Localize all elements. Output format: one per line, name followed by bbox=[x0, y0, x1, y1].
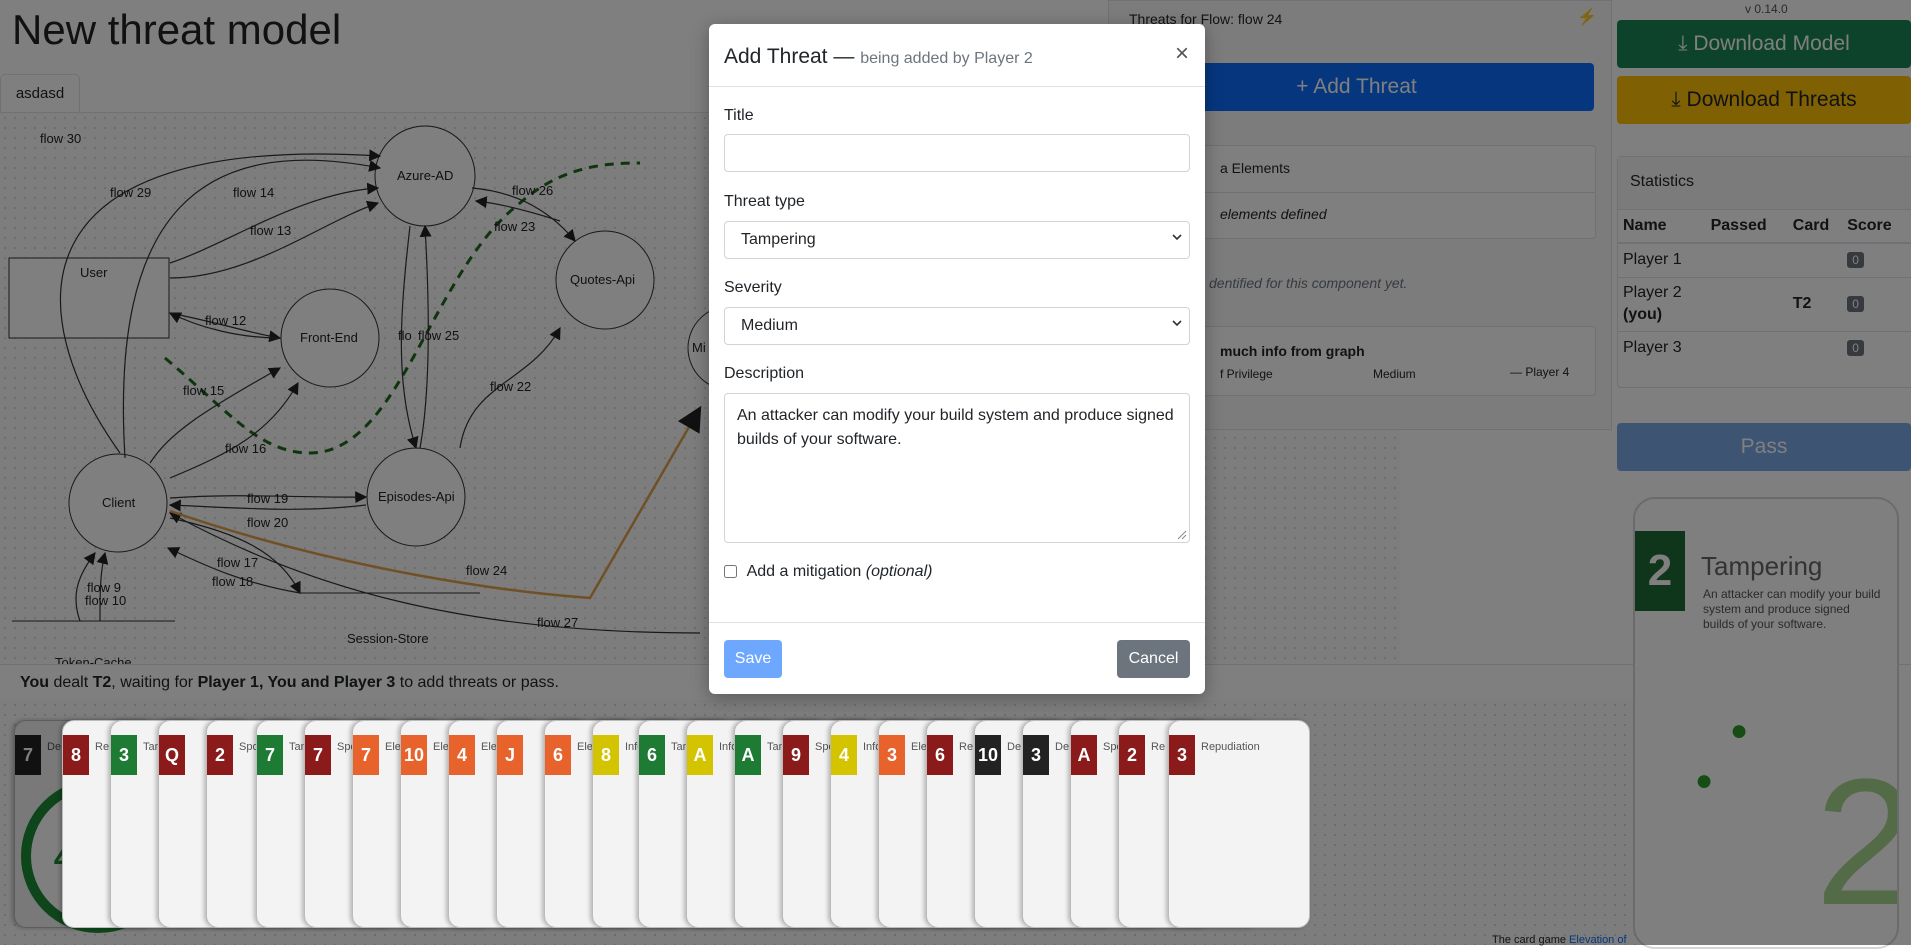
close-icon[interactable]: × bbox=[1175, 40, 1189, 68]
hand-card-rank: J bbox=[497, 735, 523, 775]
hand-card[interactable]: 3 Repudiation bbox=[1168, 720, 1310, 928]
hand-card-rank: 8 bbox=[593, 735, 619, 775]
resize-handle-icon[interactable] bbox=[1175, 528, 1187, 540]
title-input[interactable] bbox=[724, 134, 1190, 172]
title-label: Title bbox=[724, 107, 754, 124]
hand-card-rank: 7 bbox=[305, 735, 331, 775]
hand-card-rank: 9 bbox=[783, 735, 809, 775]
description-label: Description bbox=[724, 365, 805, 382]
hand-card-rank: 2 bbox=[1119, 735, 1145, 775]
cancel-button[interactable]: Cancel bbox=[1117, 640, 1190, 678]
hand-card-rank: Q bbox=[159, 735, 185, 775]
chevron-down-icon bbox=[1172, 234, 1182, 241]
hand-card-suit: Repudiation bbox=[1201, 741, 1260, 753]
hand-card-rank: 7 bbox=[257, 735, 283, 775]
hand-card-rank: 3 bbox=[1169, 735, 1195, 775]
hand-card-rank: 6 bbox=[639, 735, 665, 775]
hand-card-rank: 3 bbox=[879, 735, 905, 775]
mitigation-option: Add a mitigation (optional) bbox=[724, 563, 932, 581]
hand-card-rank: 10 bbox=[975, 735, 1001, 775]
hand-card-rank: A bbox=[1071, 735, 1097, 775]
mitigation-checkbox[interactable] bbox=[724, 565, 737, 579]
hand-card-rank: A bbox=[735, 735, 761, 775]
add-threat-modal: Add Threat — being added by Player 2 × T… bbox=[709, 24, 1205, 694]
threat-type-label: Threat type bbox=[724, 193, 805, 210]
hand-card-rank: 10 bbox=[401, 735, 427, 775]
hand-card-rank: 3 bbox=[1023, 735, 1049, 775]
hand-card-rank: 4 bbox=[449, 735, 475, 775]
hand-card-rank: A bbox=[687, 735, 713, 775]
hand-card-rank: 3 bbox=[111, 735, 137, 775]
hand-card-rank: 2 bbox=[207, 735, 233, 775]
hand-card-rank: 6 bbox=[545, 735, 571, 775]
chevron-down-icon bbox=[1172, 320, 1182, 327]
description-textarea[interactable]: An attacker can modify your build system… bbox=[724, 393, 1190, 543]
severity-label: Severity bbox=[724, 279, 782, 296]
hand-card-suit: Re bbox=[1151, 741, 1166, 753]
severity-select[interactable]: Medium bbox=[724, 307, 1190, 345]
hand-card-rank: 6 bbox=[927, 735, 953, 775]
modal-subtitle: being added by Player 2 bbox=[860, 50, 1033, 67]
hand-card-rank: 4 bbox=[831, 735, 857, 775]
hand-card-suit: Re bbox=[95, 741, 110, 753]
threat-type-select[interactable]: Tampering bbox=[724, 221, 1190, 259]
hand-card-rank: 8 bbox=[63, 735, 89, 775]
hand-card-suit: Re bbox=[959, 741, 974, 753]
hand-card-rank: 7 bbox=[353, 735, 379, 775]
modal-title: Add Threat — being added by Player 2 bbox=[724, 45, 1033, 68]
save-button[interactable]: Save bbox=[724, 640, 782, 678]
